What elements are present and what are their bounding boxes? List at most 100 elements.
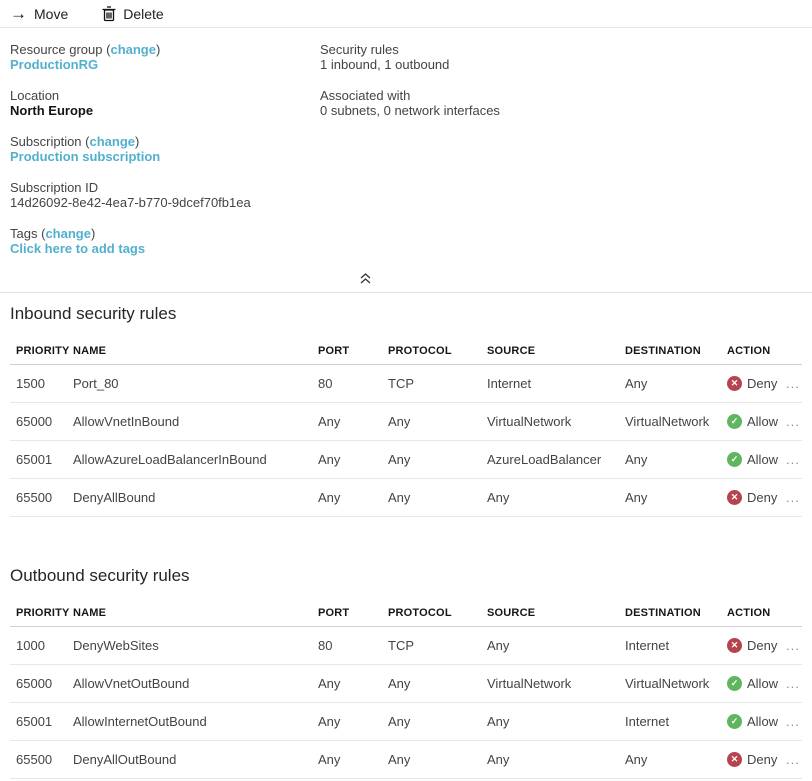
source-cell: Any: [487, 638, 510, 653]
table-row[interactable]: 65000 AllowVnetInBound Any Any VirtualNetwor…: [10, 403, 802, 441]
source-cell: VirtualNetwork: [487, 676, 572, 691]
field-subscription-id: Subscription ID 14d26092-8e42-4ea7-b770-…: [10, 180, 320, 210]
check-circle-icon: ✓: [727, 676, 742, 691]
table-row[interactable]: 65001 AllowAzureLoadBalancerInBound Any Any…: [10, 441, 802, 479]
associated-with-label: Associated with: [320, 88, 411, 103]
column-header-protocol: PROTOCOL: [388, 344, 452, 357]
port-cell: 80: [318, 376, 333, 391]
row-context-menu[interactable]: ...: [784, 714, 802, 729]
priority-cell: 65500: [16, 490, 53, 505]
row-context-menu[interactable]: ...: [784, 752, 802, 767]
port-cell: Any: [318, 490, 341, 505]
location-value: North Europe: [10, 103, 94, 118]
move-button[interactable]: → Move: [10, 5, 68, 22]
subscription-value-link[interactable]: Production subscription: [10, 149, 160, 164]
column-header-name: NAME: [73, 606, 107, 619]
subscription-label: Subscription: [10, 134, 82, 149]
security-rules-label: Security rules: [320, 42, 399, 57]
protocol-cell: Any: [388, 676, 411, 691]
resource-group-value-link[interactable]: ProductionRG: [10, 57, 98, 72]
column-header-destination: DESTINATION: [625, 344, 701, 357]
action-label: Deny: [747, 752, 778, 767]
column-header-port: PORT: [318, 606, 350, 619]
check-circle-icon: ✓: [727, 714, 742, 729]
protocol-cell: Any: [388, 490, 411, 505]
trash-icon: [102, 5, 116, 22]
row-context-menu[interactable]: ...: [784, 452, 802, 467]
column-header-protocol: PROTOCOL: [388, 606, 452, 619]
tags-change-link[interactable]: change: [45, 226, 91, 241]
name-cell: DenyAllBound: [73, 490, 156, 505]
essentials-divider: [0, 292, 812, 293]
port-cell: 80: [318, 638, 333, 653]
table-row[interactable]: 65001 AllowInternetOutBound Any Any Any Inter…: [10, 703, 802, 741]
column-header-port: PORT: [318, 344, 350, 357]
collapse-essentials-button[interactable]: [359, 272, 372, 285]
protocol-cell: Any: [388, 714, 411, 729]
subscription-id-value: 14d26092-8e42-4ea7-b770-9dcef70fb1ea: [10, 195, 251, 210]
table-row[interactable]: 65500 DenyAllOutBound Any Any Any Any ✕ Deny...: [10, 741, 802, 779]
protocol-cell: Any: [388, 752, 411, 767]
subscription-change-link[interactable]: change: [90, 134, 136, 149]
protocol-cell: TCP: [388, 376, 414, 391]
chevron-double-up-icon: [359, 272, 372, 289]
action-label: Allow: [747, 414, 779, 429]
security-rules-value: 1 inbound, 1 outbound: [320, 57, 450, 72]
action-label: Deny: [747, 490, 778, 505]
outbound-rules-table: PRIORITY NAME PORT PROTOCOL SOURCE DESTINATIO…: [10, 599, 802, 779]
column-header-source: SOURCE: [487, 606, 536, 619]
source-cell: Any: [487, 714, 510, 729]
row-context-menu[interactable]: ...: [784, 414, 802, 429]
check-circle-icon: ✓: [727, 452, 742, 467]
table-row[interactable]: 65000 AllowVnetOutBound Any Any VirtualNetwo…: [10, 665, 802, 703]
delete-button[interactable]: Delete: [102, 5, 164, 22]
destination-cell: VirtualNetwork: [625, 414, 710, 429]
protocol-cell: TCP: [388, 638, 414, 653]
essentials-panel: Resource group (change) ProductionRG Loc…: [0, 28, 812, 288]
row-context-menu[interactable]: ...: [784, 490, 802, 505]
field-security-rules: Security rules 1 inbound, 1 outbound: [320, 42, 700, 72]
destination-cell: Any: [625, 752, 648, 767]
column-header-source: SOURCE: [487, 344, 536, 357]
priority-cell: 65001: [16, 714, 53, 729]
action-label: Allow: [747, 714, 779, 729]
resource-group-label: Resource group: [10, 42, 103, 57]
port-cell: Any: [318, 452, 341, 467]
row-context-menu[interactable]: ...: [784, 376, 802, 391]
field-resource-group: Resource group (change) ProductionRG: [10, 42, 161, 72]
table-row[interactable]: 1000 DenyWebSites 80 TCP Any Internet ✕ Deny...: [10, 627, 802, 665]
inbound-rules-title: Inbound security rules: [10, 304, 177, 323]
destination-cell: Any: [625, 490, 648, 505]
associated-with-value: 0 subnets, 0 network interfaces: [320, 103, 500, 118]
table-row[interactable]: 65500 DenyAllBound Any Any Any Any ✕ Deny...: [10, 479, 802, 517]
outbound-rules-title: Outbound security rules: [10, 566, 190, 585]
name-cell: AllowVnetInBound: [73, 414, 180, 429]
table-row[interactable]: 1500 Port_80 80 TCP Internet Any ✕ Deny...: [10, 365, 802, 403]
priority-cell: 65000: [16, 414, 53, 429]
source-cell: Any: [487, 490, 510, 505]
action-cell: ✕ Deny: [727, 490, 784, 505]
action-cell: ✕ Deny: [727, 638, 784, 653]
priority-cell: 65001: [16, 452, 53, 467]
source-cell: VirtualNetwork: [487, 414, 572, 429]
row-context-menu[interactable]: ...: [784, 638, 802, 653]
location-label: Location: [10, 88, 60, 103]
field-associated-with: Associated with 0 subnets, 0 network int…: [320, 88, 700, 118]
arrow-right-icon: →: [10, 4, 27, 23]
name-cell: Port_80: [73, 376, 119, 391]
destination-cell: Internet: [625, 714, 670, 729]
delete-button-label: Delete: [123, 5, 164, 22]
protocol-cell: Any: [388, 452, 411, 467]
field-subscription: Subscription (change) Production subscri…: [10, 134, 161, 164]
column-header-destination: DESTINATION: [625, 606, 701, 619]
name-cell: AllowInternetOutBound: [73, 714, 207, 729]
add-tags-link[interactable]: Click here to add tags: [10, 241, 145, 256]
priority-cell: 1000: [16, 638, 45, 653]
subscription-id-label: Subscription ID: [10, 180, 99, 195]
row-context-menu[interactable]: ...: [784, 676, 802, 691]
action-cell: ✓ Allow: [727, 452, 784, 467]
action-cell: ✓ Allow: [727, 714, 784, 729]
inbound-rules-section: Inbound security rules PRIORITY NAME PORT P…: [0, 304, 812, 517]
resource-group-change-link[interactable]: change: [110, 42, 156, 57]
column-header-priority: PRIORITY: [16, 344, 70, 357]
